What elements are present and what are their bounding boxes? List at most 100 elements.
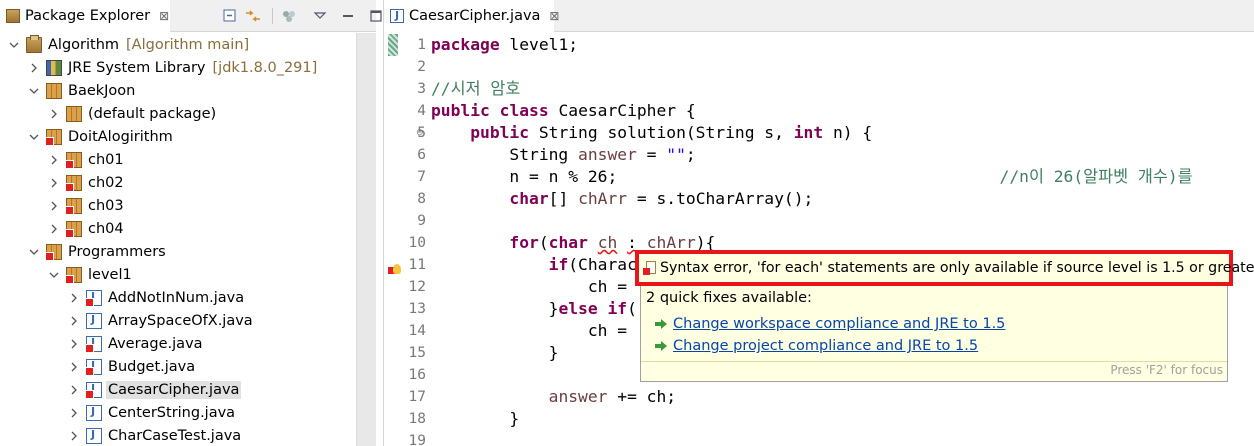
tree-item[interactable]: ch03 (0, 194, 356, 217)
code-token: n) { (823, 123, 873, 142)
quick-fix-arrow-icon (655, 341, 667, 351)
annotation-ruler[interactable] (384, 33, 401, 446)
tree-item[interactable]: ch02 (0, 171, 356, 194)
chevron-down-icon[interactable] (28, 130, 40, 144)
collapse-all-icon[interactable] (222, 6, 238, 26)
maximize-icon[interactable] (369, 6, 383, 26)
line-number: 19 (408, 433, 426, 446)
tree-item[interactable]: (default package) (0, 102, 356, 125)
close-icon[interactable]: ⊠ (159, 9, 169, 23)
tree-item[interactable]: Average.java (0, 332, 356, 355)
code-line[interactable]: public String solution(String s, int n) … (431, 122, 872, 144)
minimize-icon[interactable] (341, 6, 355, 26)
chevron-right-icon[interactable] (68, 337, 80, 351)
java-file-icon (390, 9, 404, 23)
code-token: char (548, 233, 588, 252)
chevron-down-icon[interactable] (48, 268, 60, 282)
chevron-right-icon[interactable] (68, 360, 80, 374)
code-line[interactable]: answer += ch; (431, 386, 676, 408)
tree-item-label: DoitAlogirithm (68, 128, 173, 145)
code-token: for (509, 233, 539, 252)
code-line[interactable]: ch = (431, 320, 627, 342)
line-number: 14 (408, 323, 426, 339)
code-token: ( (627, 299, 637, 318)
chevron-right-icon[interactable] (48, 176, 60, 190)
code-line[interactable]: } (431, 408, 519, 430)
line-number: 3 (417, 81, 426, 97)
project-tree[interactable]: Algorithm [Algorithm main] JRE System Libr… (0, 33, 356, 446)
line-number: 11 (408, 257, 426, 273)
code-token: } (431, 409, 520, 428)
tree-item[interactable]: CaesarCipher.java (0, 378, 356, 401)
code-line[interactable]: n = n % 26; //n이 26(알파벳 개수)를 (431, 166, 1192, 188)
tab-caesarcipher-java[interactable]: CaesarCipher.java ⊠ (384, 0, 559, 32)
quick-fix-link[interactable]: Change project compliance and JRE to 1.5 (673, 338, 978, 354)
chevron-right-icon[interactable] (68, 406, 80, 420)
code-line[interactable]: if(Charac (431, 254, 637, 276)
line-number: 7 (417, 169, 426, 185)
code-token: n = n % 26; (431, 167, 1000, 186)
tree-item[interactable]: Budget.java (0, 355, 356, 378)
code-token: answer (548, 387, 608, 406)
code-line[interactable]: public class CaesarCipher { (431, 100, 696, 122)
tree-item[interactable]: BaekJoon (0, 79, 356, 102)
chevron-right-icon[interactable] (68, 314, 80, 328)
change-marker (388, 34, 398, 56)
tree-item[interactable]: ch04 (0, 217, 356, 240)
package-icon (46, 82, 62, 99)
code-token: += ch; (607, 387, 677, 406)
chevron-down-icon[interactable] (28, 245, 40, 259)
package-error-icon (65, 220, 82, 238)
package-error-icon (45, 128, 62, 146)
line-number: 10 (408, 235, 426, 251)
quick-fix-item[interactable]: Change project compliance and JRE to 1.5 (655, 338, 978, 354)
tree-item-label: ArraySpaceOfX.java (108, 312, 253, 329)
chevron-right-icon[interactable] (48, 222, 60, 236)
quick-fix-item[interactable]: Change workspace compliance and JRE to 1… (655, 316, 1005, 332)
fold-collapse-icon[interactable]: ⊖ (416, 122, 424, 144)
chevron-right-icon[interactable] (48, 153, 60, 167)
chevron-down-icon[interactable] (8, 38, 20, 52)
tree-item[interactable]: DoitAlogirithm (0, 125, 356, 148)
tree-item[interactable]: ArraySpaceOfX.java (0, 309, 356, 332)
chevron-right-icon[interactable] (48, 107, 60, 121)
error-quickfix-icon[interactable] (387, 264, 401, 278)
quick-fix-link[interactable]: Change workspace compliance and JRE to 1… (673, 316, 1005, 332)
code-line[interactable]: } (431, 342, 559, 364)
chevron-down-icon[interactable] (28, 84, 40, 98)
tree-item[interactable]: JRE System Library [jdk1.8.0_291] (0, 56, 356, 79)
tab-package-explorer[interactable]: Package Explorer ⊠ (0, 0, 170, 32)
tree-item-label: Budget.java (108, 358, 196, 375)
chevron-right-icon[interactable] (68, 429, 80, 443)
tree-item[interactable]: level1 (0, 263, 356, 286)
chevron-right-icon[interactable] (28, 61, 40, 75)
tree-scrollbar[interactable] (356, 33, 376, 446)
code-line[interactable]: //시저 암호 (431, 78, 520, 100)
error-hover-popup[interactable]: Syntax error, 'for each' statements are … (635, 250, 1254, 382)
code-line[interactable]: package level1; (431, 34, 578, 56)
focus-icon[interactable] (281, 6, 297, 26)
link-with-editor-icon[interactable] (244, 6, 262, 26)
chevron-right-icon[interactable] (68, 383, 80, 397)
code-line[interactable]: String answer = ""; (431, 144, 695, 166)
line-number: 16 (408, 367, 426, 383)
tree-item[interactable]: CharCaseTest.java (0, 424, 356, 446)
tree-item[interactable]: CenterString.java (0, 401, 356, 424)
error-message: Syntax error, 'for each' statements are … (660, 260, 1254, 276)
chevron-right-icon[interactable] (68, 291, 80, 305)
code-area[interactable]: package level1; //시저 암호 public class Caesa… (431, 33, 1254, 446)
library-icon (46, 59, 62, 76)
package-error-icon (45, 243, 62, 261)
tree-item[interactable]: ch01 (0, 148, 356, 171)
chevron-right-icon[interactable] (48, 199, 60, 213)
tree-item[interactable]: AddNotInNum.java (0, 286, 356, 309)
code-token: class (499, 101, 549, 120)
tree-item[interactable]: Algorithm [Algorithm main] (0, 33, 356, 56)
close-icon[interactable]: ⊠ (549, 9, 559, 23)
code-line[interactable]: }else if( (431, 298, 637, 320)
tree-item[interactable]: Programmers (0, 240, 356, 263)
code-line[interactable]: char[] chArr = s.toCharArray(); (431, 188, 813, 210)
view-menu-icon[interactable] (313, 6, 327, 26)
